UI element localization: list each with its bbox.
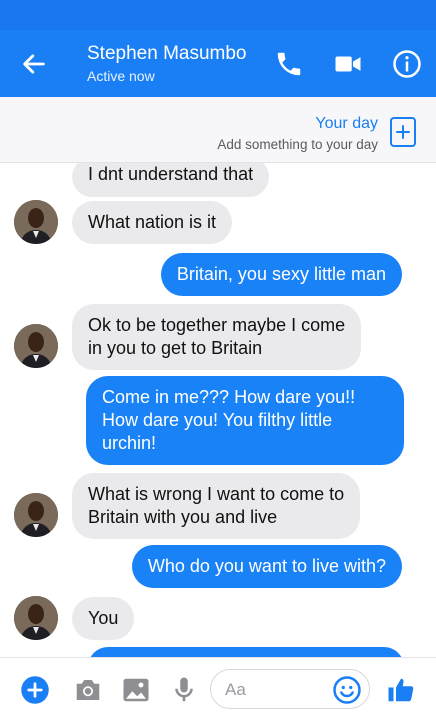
info-icon[interactable] [392,49,422,79]
avatar[interactable] [14,596,58,640]
avatar[interactable] [14,200,58,244]
message-composer: Aa [0,657,436,720]
video-camera-icon[interactable] [333,49,363,79]
back-arrow-icon[interactable] [20,50,48,78]
status-bar [0,0,436,30]
message-incoming[interactable]: You [72,597,135,640]
emoji-icon[interactable] [332,675,362,705]
contact-status: Active now [87,68,155,84]
message-incoming[interactable]: Ok to be together maybe I come in you to… [72,304,362,370]
message-incoming[interactable]: I dnt understand that [72,163,270,197]
avatar[interactable] [14,493,58,537]
message-outgoing[interactable]: Britain, you sexy little man [160,253,402,296]
add-story-icon[interactable] [390,117,416,147]
your-day-subtitle: Add something to your day [217,137,378,152]
camera-icon[interactable] [73,675,103,705]
microphone-icon[interactable] [169,675,199,705]
avatar[interactable] [14,324,58,368]
message-outgoing[interactable]: Who do you want to live with? [131,545,402,588]
your-day-bar[interactable]: Your day Add something to your day [0,97,436,163]
plus-circle-icon[interactable] [20,675,50,705]
image-icon[interactable] [121,675,151,705]
message-input-placeholder: Aa [225,680,246,699]
conversation-header: Stephen Masumbo Active now [0,0,436,97]
contact-name[interactable]: Stephen Masumbo [87,43,247,65]
message-outgoing-partial[interactable] [88,647,404,657]
message-incoming[interactable]: What nation is it [72,201,233,244]
your-day-title[interactable]: Your day [315,115,378,133]
thumbs-up-icon[interactable] [386,675,416,705]
phone-icon[interactable] [274,49,304,79]
message-thread[interactable]: I dnt understand that What nation is it … [0,163,436,657]
message-outgoing[interactable]: Come in me??? How dare you!! How dare yo… [86,376,404,465]
message-incoming[interactable]: What is wrong I want to come to Britain … [72,473,361,539]
